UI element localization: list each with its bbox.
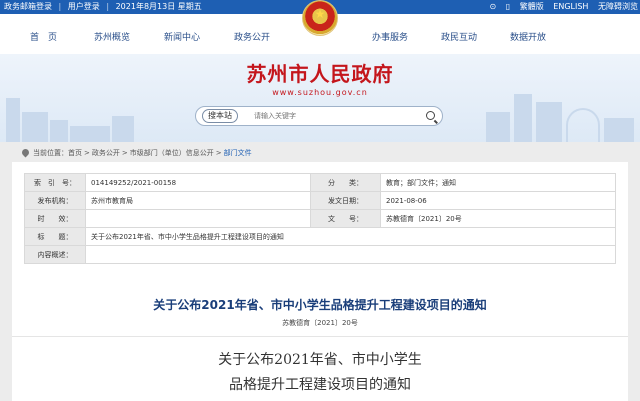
- document-title: 关于公布2021年省、市中小学生品格提升工程建设项目的通知: [153, 298, 487, 312]
- meta-label: 发文日期：: [310, 191, 381, 210]
- nav-item-overview[interactable]: 苏州概览: [94, 30, 130, 43]
- nav-item-open-data[interactable]: 数据开放: [510, 30, 546, 43]
- date-text: 2021年8月13日 星期五: [115, 2, 202, 11]
- breadcrumb-item-gov-affairs[interactable]: 政务公开: [92, 149, 120, 157]
- meta-title-value: 关于公布2021年省、市中小学生品格提升工程建设项目的通知: [85, 227, 616, 246]
- building-silhouette: [536, 102, 562, 142]
- meta-value: [85, 209, 311, 228]
- mobile-icon[interactable]: ▯: [506, 2, 510, 11]
- document-heading-line: 品格提升工程建设项目的通知: [229, 377, 411, 393]
- accessibility-link[interactable]: 无障碍浏览: [598, 2, 638, 11]
- content-panel: 索 引 号： 014149252/2021-00158 分 类： 教育；部门文件…: [12, 162, 628, 401]
- pagoda-silhouette: [6, 98, 20, 142]
- breadcrumb-item-current[interactable]: 部门文件: [224, 149, 252, 157]
- document-number: 苏教德育〔2021〕20号: [282, 319, 358, 327]
- english-link[interactable]: ENGLISH: [553, 2, 588, 11]
- mail-login-link[interactable]: 政务邮箱登录: [4, 2, 52, 11]
- breadcrumb: 当前位置：首页 > 政务公开 > 市级部门（单位）信息公开 > 部门文件: [20, 147, 252, 158]
- nav-item-gov-affairs[interactable]: 政务公开: [234, 30, 270, 43]
- meta-value: 苏州市教育局: [85, 191, 311, 210]
- national-emblem-icon: ★: [302, 0, 338, 36]
- table-row: 时 效： 文 号： 苏教德育〔2021〕20号: [24, 209, 616, 228]
- search-box: 搜本站: [195, 106, 443, 126]
- ferris-wheel-silhouette: [566, 108, 600, 142]
- search-scope-button[interactable]: 搜本站: [202, 109, 238, 123]
- search-input[interactable]: [254, 110, 414, 122]
- divider: [12, 336, 628, 337]
- top-bar-right: ⊙ ▯ 繁體版 ENGLISH 无障碍浏览: [483, 0, 638, 14]
- meta-label: 时 效：: [24, 209, 86, 228]
- meta-value: 014149252/2021-00158: [85, 173, 311, 192]
- breadcrumb-separator: >: [215, 149, 222, 157]
- top-bar-left: 政务邮箱登录 | 用户登录 | 2021年8月13日 星期五: [4, 0, 206, 14]
- location-pin-icon: [20, 147, 31, 158]
- site-url: www.suzhou.gov.cn: [272, 88, 368, 97]
- header-banner: 苏州市人民政府 www.suzhou.gov.cn 搜本站: [0, 54, 640, 142]
- meta-summary-value: [85, 245, 616, 264]
- building-silhouette: [70, 126, 110, 142]
- weibo-icon[interactable]: ⊙: [490, 2, 497, 11]
- breadcrumb-separator: >: [121, 149, 128, 157]
- meta-label: 内容概述：: [24, 245, 86, 264]
- building-silhouette: [112, 116, 134, 142]
- tower-silhouette: [514, 94, 532, 142]
- table-row: 标 题： 关于公布2021年省、市中小学生品格提升工程建设项目的通知: [24, 227, 616, 246]
- star-icon: ★: [314, 7, 326, 21]
- building-silhouette: [50, 120, 68, 142]
- meta-label: 标 题：: [24, 227, 86, 246]
- nav-item-home[interactable]: 首 页: [30, 30, 57, 43]
- document-meta-table: 索 引 号： 014149252/2021-00158 分 类： 教育；部门文件…: [24, 173, 616, 264]
- meta-label: 文 号：: [310, 209, 381, 228]
- meta-value: 苏教德育〔2021〕20号: [380, 209, 616, 228]
- document-heading-line: 关于公布2021年省、市中小学生: [218, 352, 422, 368]
- breadcrumb-item-home[interactable]: 首页: [68, 149, 82, 157]
- breadcrumb-item-departments[interactable]: 市级部门（单位）信息公开: [130, 149, 214, 157]
- meta-value: 2021-08-06: [380, 191, 616, 210]
- meta-label: 分 类：: [310, 173, 381, 192]
- nav-item-news[interactable]: 新闻中心: [164, 30, 200, 43]
- site-title[interactable]: 苏州市人民政府: [0, 58, 640, 87]
- separator: |: [58, 2, 62, 11]
- meta-value: 教育；部门文件；通知: [380, 173, 616, 192]
- table-row: 发布机构： 苏州市教育局 发文日期： 2021-08-06: [24, 191, 616, 210]
- nav-item-services[interactable]: 办事服务: [372, 30, 408, 43]
- separator: |: [106, 2, 110, 11]
- table-row: 内容概述：: [24, 245, 616, 264]
- breadcrumb-separator: >: [84, 149, 90, 157]
- meta-label: 发布机构：: [24, 191, 86, 210]
- traditional-chinese-link[interactable]: 繁體版: [520, 2, 544, 11]
- user-login-link[interactable]: 用户登录: [68, 2, 100, 11]
- building-silhouette: [486, 112, 510, 142]
- meta-label: 索 引 号：: [24, 173, 86, 192]
- building-silhouette: [22, 112, 48, 142]
- table-row: 索 引 号： 014149252/2021-00158 分 类： 教育；部门文件…: [24, 173, 616, 192]
- nav-item-interaction[interactable]: 政民互动: [441, 30, 477, 43]
- search-icon[interactable]: [426, 111, 435, 120]
- building-silhouette: [604, 118, 634, 142]
- breadcrumb-label: 当前位置：: [33, 149, 68, 157]
